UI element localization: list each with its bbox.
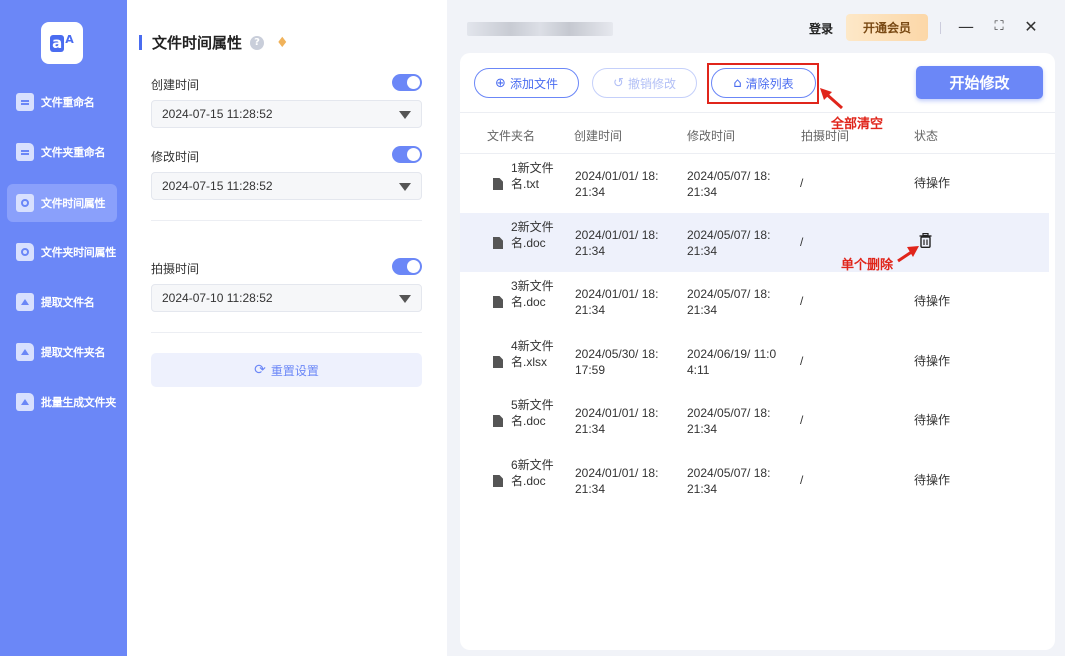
- table-row[interactable]: 4新文件名.xlsx 2024/05/30/ 18:17:59 2024/06/…: [460, 332, 1049, 391]
- sidebar-item-label: 文件夹重命名: [41, 146, 106, 159]
- divider: [151, 332, 422, 333]
- add-file-button[interactable]: ⊕ 添加文件: [474, 68, 579, 98]
- file-icon: [493, 237, 503, 249]
- column-header: 修改时间: [687, 129, 736, 143]
- status-text: 待操作: [914, 294, 951, 308]
- table-row[interactable]: 2新文件名.doc 2024/01/01/ 18:21:34 2024/05/0…: [460, 213, 1049, 272]
- extract-icon: [16, 293, 34, 311]
- modify-time-select[interactable]: 2024-07-15 11:28:52: [151, 172, 422, 200]
- shot-time-toggle[interactable]: [392, 258, 422, 275]
- minimize-icon[interactable]: —: [956, 16, 976, 38]
- sidebar-item-file-rename[interactable]: 文件重命名: [7, 83, 117, 121]
- column-header: 创建时间: [574, 129, 623, 143]
- undo-icon: ↺: [613, 75, 624, 91]
- document-icon: [16, 93, 34, 111]
- create-time-toggle[interactable]: [392, 74, 422, 91]
- vip-diamond-icon: ♦: [276, 34, 289, 51]
- sidebar-item-extract-filename[interactable]: 提取文件名: [7, 283, 117, 321]
- annotation-arrow: [897, 246, 919, 263]
- sidebar-item-extract-foldername[interactable]: 提取文件夹名: [7, 333, 117, 371]
- annotation-clear-all: 全部清空: [831, 117, 884, 132]
- maximize-icon[interactable]: ⛶: [989, 16, 1009, 38]
- status-text: 待操作: [914, 354, 951, 368]
- modify-time-toggle[interactable]: [392, 146, 422, 163]
- table-row[interactable]: 5新文件名.doc 2024/01/01/ 18:21:34 2024/05/0…: [460, 391, 1049, 450]
- table-row[interactable]: 3新文件名.doc 2024/01/01/ 18:21:34 2024/05/0…: [460, 272, 1049, 331]
- table-row[interactable]: 1新文件名.txt 2024/01/01/ 18:21:34 2024/05/0…: [460, 154, 1049, 213]
- file-icon: [493, 356, 503, 368]
- sidebar-item-label: 提取文件名: [41, 296, 95, 309]
- folder-clock-icon: [16, 243, 34, 261]
- folder-icon: [16, 143, 34, 161]
- file-icon: [493, 415, 503, 427]
- close-icon[interactable]: ✕: [1021, 16, 1041, 38]
- sidebar-item-label: 批量生成文件夹: [41, 396, 116, 409]
- chevron-down-icon: [399, 111, 411, 119]
- column-header: 文件夹名: [487, 129, 536, 143]
- status-text: 待操作: [914, 473, 951, 487]
- sidebar-item-label: 文件时间属性: [41, 197, 106, 210]
- sidebar-item-label: 文件夹时间属性: [41, 246, 116, 259]
- undo-button[interactable]: ↺ 撤销修改: [592, 68, 697, 98]
- table-row[interactable]: 6新文件名.doc 2024/01/01/ 18:21:34 2024/05/0…: [460, 451, 1049, 510]
- column-header: 状态: [914, 129, 939, 143]
- blurred-app-title: [467, 22, 613, 36]
- file-icon: [493, 178, 503, 190]
- create-time-select[interactable]: 2024-07-15 11:28:52: [151, 100, 422, 128]
- status-text: 待操作: [914, 413, 951, 427]
- help-icon[interactable]: ?: [250, 35, 265, 50]
- start-modify-button[interactable]: 开始修改: [916, 66, 1043, 99]
- refresh-icon: ⟳: [254, 362, 266, 378]
- sidebar-item-label: 文件重命名: [41, 96, 95, 109]
- chevron-down-icon: [399, 295, 411, 303]
- add-file-icon: ⊕: [495, 75, 506, 91]
- clock-icon: [16, 194, 34, 212]
- divider: [151, 220, 422, 221]
- sidebar-item-batch-folders[interactable]: 批量生成文件夹: [7, 383, 117, 421]
- file-icon: [493, 475, 503, 487]
- sidebar: aA 文件重命名 文件夹重命名 文件时间属性 文件夹时间属性 提取文件名 提取文…: [0, 0, 127, 656]
- annotation-arrow: [820, 88, 843, 110]
- settings-panel: 文件时间属性 ? ♦ 创建时间 2024-07-15 11:28:52 修改时间…: [127, 0, 447, 656]
- app-logo: aA: [41, 22, 83, 64]
- login-link[interactable]: 登录: [809, 20, 833, 37]
- shot-time-label: 拍摄时间: [151, 262, 200, 276]
- folder-add-icon: [16, 393, 34, 411]
- panel-title: 文件时间属性 ? ♦: [139, 32, 292, 53]
- sidebar-item-label: 提取文件夹名: [41, 346, 106, 359]
- annotation-single-delete: 单个删除: [841, 258, 894, 273]
- sidebar-item-folder-rename[interactable]: 文件夹重命名: [7, 133, 117, 171]
- shot-time-select[interactable]: 2024-07-10 11:28:52: [151, 284, 422, 312]
- sidebar-item-file-time[interactable]: 文件时间属性: [7, 184, 117, 222]
- folder-extract-icon: [16, 343, 34, 361]
- create-time-label: 创建时间: [151, 78, 200, 92]
- status-text: 待操作: [914, 176, 951, 190]
- highlight-box: [707, 63, 819, 104]
- modify-time-label: 修改时间: [151, 150, 200, 164]
- sidebar-item-folder-time[interactable]: 文件夹时间属性: [7, 233, 117, 271]
- vip-button[interactable]: 开通会员: [846, 14, 928, 41]
- reset-settings-button[interactable]: ⟳ 重置设置: [151, 353, 422, 387]
- chevron-down-icon: [399, 183, 411, 191]
- title-bar: 登录 开通会员 — ⛶ ✕: [447, 0, 1065, 55]
- file-icon: [493, 296, 503, 308]
- file-list-card: ⊕ 添加文件 ↺ 撤销修改 ⌂ 清除列表 开始修改 文件夹名 创建时间 修改时间…: [460, 53, 1055, 650]
